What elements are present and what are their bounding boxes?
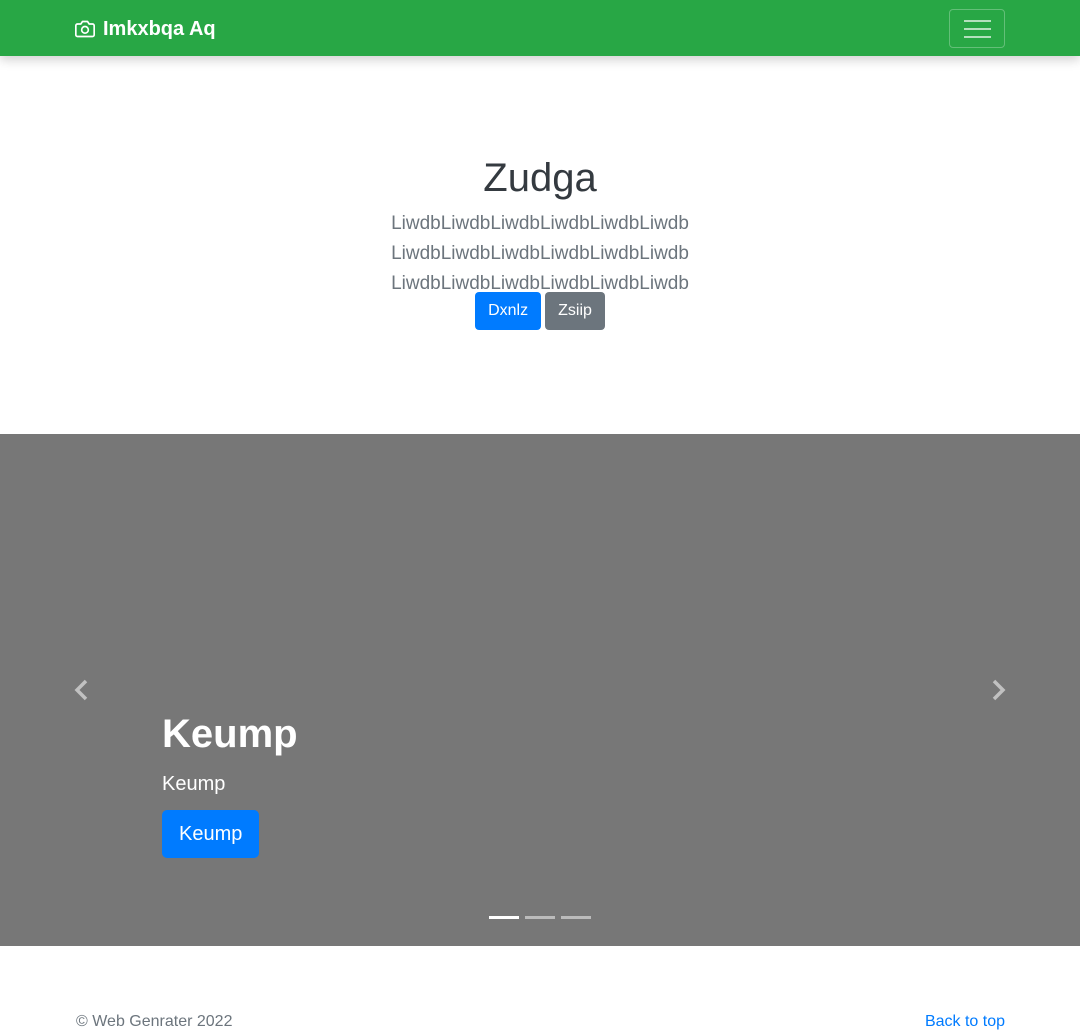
carousel-indicator-1[interactable] [489, 916, 519, 919]
carousel-indicator-3[interactable] [561, 916, 591, 919]
hamburger-menu-icon [964, 20, 991, 38]
camera-icon [75, 20, 95, 38]
carousel-next-control[interactable] [988, 678, 1008, 702]
chevron-left-icon [74, 679, 88, 701]
carousel-prev-control[interactable] [72, 678, 92, 702]
hero-primary-button[interactable]: Dxnlz [475, 292, 542, 330]
carousel-indicator-2[interactable] [525, 916, 555, 919]
brand-link[interactable]: Imkxbqa Aq [75, 16, 216, 42]
carousel: Keump Keump Keump [0, 434, 1080, 946]
carousel-caption-text: Keump [162, 773, 226, 795]
carousel-caption-button[interactable]: Keump [162, 810, 260, 858]
footer: © Web Genrater 2022 Back to top [0, 946, 1080, 1034]
carousel-caption: Keump Keump Keump [162, 710, 298, 858]
navbar: Imkxbqa Aq [0, 0, 1080, 56]
brand-name: Imkxbqa Aq [103, 17, 216, 40]
hero-lead-text: LiwdbLiwdbLiwdbLiwdbLiwdbLiwdb LiwdbLiwd… [391, 213, 689, 294]
navbar-toggler-button[interactable] [949, 9, 1005, 48]
hero-section: Zudga LiwdbLiwdbLiwdbLiwdbLiwdbLiwdb Liw… [0, 56, 1080, 434]
carousel-caption-title: Keump [162, 712, 298, 756]
back-to-top-link[interactable]: Back to top [925, 1013, 1005, 1031]
hero-button-group: Dxnlz Zsiip [0, 292, 1080, 330]
hero-secondary-button[interactable]: Zsiip [545, 292, 605, 330]
hero-title: Zudga [483, 156, 597, 200]
carousel-indicators [489, 916, 591, 919]
chevron-right-icon [992, 679, 1006, 701]
copyright-text: © Web Genrater 2022 [76, 1013, 233, 1030]
